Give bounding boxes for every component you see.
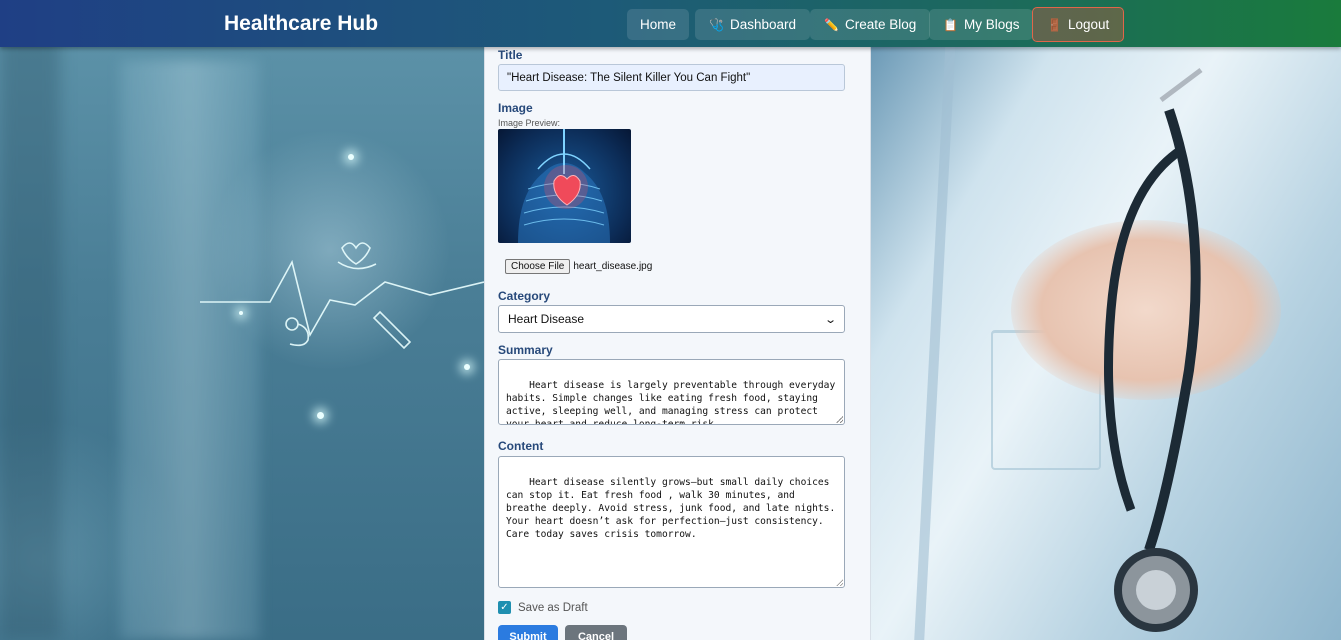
stethoscope-icon: 🩺 bbox=[709, 17, 724, 32]
heartbeat-line-graphic bbox=[200, 242, 484, 350]
blog-edit-form: Title "Heart Disease: The Silent Killer … bbox=[484, 47, 871, 640]
save-draft-row: ✓ Save as Draft bbox=[498, 601, 588, 614]
background-right-image bbox=[871, 0, 1341, 640]
nav-home-button[interactable]: Home bbox=[627, 9, 690, 40]
brand-title: Healthcare Hub bbox=[224, 12, 379, 35]
nav-my-blogs-label: My Blogs bbox=[963, 17, 1020, 32]
title-input[interactable]: "Heart Disease: The Silent Killer You Ca… bbox=[498, 64, 845, 91]
content-text: Heart disease silently grows—but small d… bbox=[506, 477, 842, 540]
stethoscope-graphic bbox=[1104, 68, 1203, 632]
nav-logout-label: Logout bbox=[1067, 17, 1110, 32]
stethoscope-small-icon bbox=[285, 317, 310, 347]
image-preview-label: Image Preview: bbox=[498, 118, 561, 128]
nav-dashboard-label: Dashboard bbox=[729, 17, 796, 32]
cancel-button[interactable]: Cancel bbox=[565, 625, 627, 640]
resize-handle[interactable] bbox=[836, 416, 843, 423]
nav-logout-button[interactable]: 🚪 Logout bbox=[1032, 7, 1125, 42]
nav-my-blogs-button[interactable]: 📋 My Blogs bbox=[929, 9, 1034, 40]
file-picker: Choose File heart_disease.jpg bbox=[505, 259, 652, 274]
nav-home-label: Home bbox=[640, 17, 677, 32]
summary-textarea[interactable]: Heart disease is largely preventable thr… bbox=[498, 359, 845, 425]
pencil-icon: ✏️ bbox=[824, 17, 839, 32]
nav-create-blog-button[interactable]: ✏️ Create Blog bbox=[810, 9, 931, 40]
summary-text: Heart disease is largely preventable thr… bbox=[506, 380, 842, 425]
resize-handle[interactable] bbox=[836, 579, 843, 586]
background-left-image bbox=[0, 0, 484, 640]
content-textarea[interactable]: Heart disease silently grows—but small d… bbox=[498, 456, 845, 588]
file-name-text: heart_disease.jpg bbox=[573, 261, 653, 272]
top-navbar: Healthcare Hub Home 🩺 Dashboard ✏️ Creat… bbox=[0, 0, 1341, 47]
light-dot bbox=[348, 154, 354, 160]
light-dot bbox=[317, 412, 324, 419]
submit-button[interactable]: Submit bbox=[498, 625, 558, 640]
category-select[interactable]: Heart Disease ⌄ bbox=[498, 305, 845, 333]
choose-file-button[interactable]: Choose File bbox=[505, 259, 571, 274]
light-dot bbox=[464, 364, 470, 370]
image-preview bbox=[498, 129, 631, 243]
chevron-down-icon: ⌄ bbox=[823, 313, 837, 326]
door-icon: 🚪 bbox=[1047, 17, 1062, 32]
light-dot bbox=[239, 311, 243, 315]
save-draft-checkbox[interactable]: ✓ bbox=[498, 601, 511, 614]
heart-hand-icon bbox=[337, 242, 377, 270]
image-label: Image bbox=[498, 101, 533, 115]
content-label: Content bbox=[498, 439, 544, 453]
save-draft-label[interactable]: Save as Draft bbox=[518, 602, 588, 614]
nav-dashboard-button[interactable]: 🩺 Dashboard bbox=[695, 9, 810, 40]
heart-anatomy-image bbox=[518, 129, 610, 243]
pipette-icon bbox=[372, 310, 412, 350]
category-selected-value: Heart Disease bbox=[508, 312, 585, 326]
clipboard-icon: 📋 bbox=[943, 17, 958, 32]
nav-create-blog-label: Create Blog bbox=[844, 17, 917, 32]
title-label: Title bbox=[498, 48, 523, 62]
summary-label: Summary bbox=[498, 343, 553, 357]
category-label: Category bbox=[498, 289, 551, 303]
